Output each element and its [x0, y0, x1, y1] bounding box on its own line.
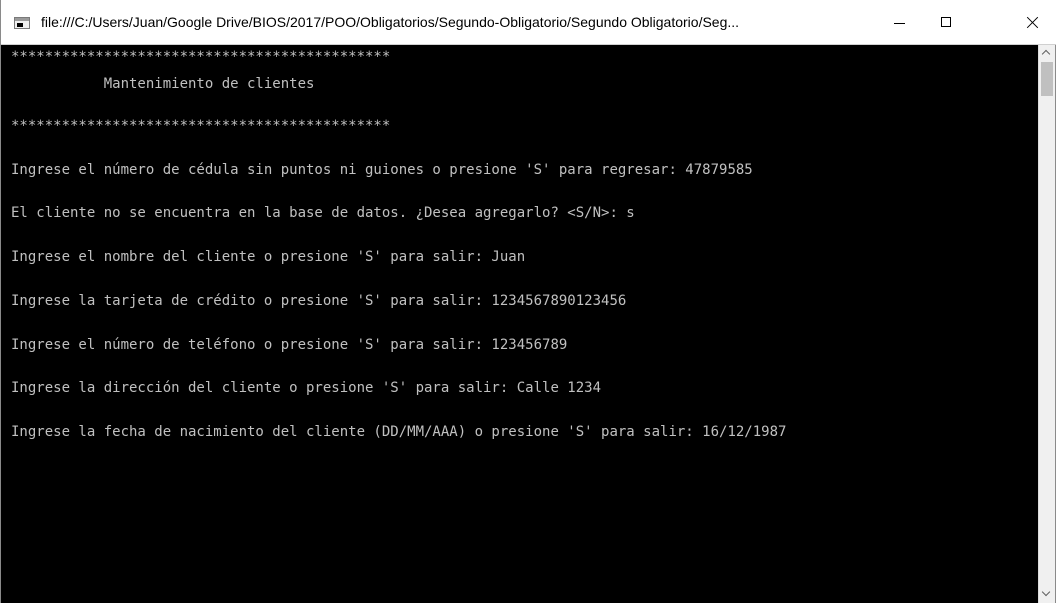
console-line: Ingrese la dirección del cliente o presi… — [11, 380, 602, 396]
console-line: Ingrese la tarjeta de crédito o presione… — [11, 293, 627, 309]
console-line: ****************************************… — [11, 118, 391, 134]
console-line: Ingrese el número de cédula sin puntos n… — [11, 162, 753, 178]
console-output[interactable]: ****************************************… — [1, 45, 1040, 603]
scroll-down-arrow-icon[interactable] — [1039, 586, 1055, 603]
console-window: file:///C:/Users/Juan/Google Drive/BIOS/… — [0, 0, 1056, 603]
window-title: file:///C:/Users/Juan/Google Drive/BIOS/… — [41, 14, 740, 30]
scroll-up-arrow-icon[interactable] — [1039, 45, 1055, 62]
console-line: Ingrese la fecha de nacimiento del clien… — [11, 424, 787, 440]
minimize-button[interactable] — [877, 0, 923, 45]
scrollbar-thumb[interactable] — [1041, 62, 1053, 96]
console-line: El cliente no se encuentra en la base de… — [11, 205, 635, 221]
console-line: Ingrese el nombre del cliente o presione… — [11, 249, 526, 265]
console-line: ****************************************… — [11, 49, 391, 65]
console-line: Ingrese el número de teléfono o presione… — [11, 337, 568, 353]
console-line: Mantenimiento de clientes — [11, 76, 315, 92]
vertical-scrollbar[interactable] — [1038, 45, 1055, 603]
title-bar[interactable]: file:///C:/Users/Juan/Google Drive/BIOS/… — [1, 0, 1056, 45]
maximize-button[interactable] — [923, 0, 969, 45]
close-button[interactable] — [1007, 0, 1056, 45]
console-app-icon[interactable] — [14, 17, 30, 29]
